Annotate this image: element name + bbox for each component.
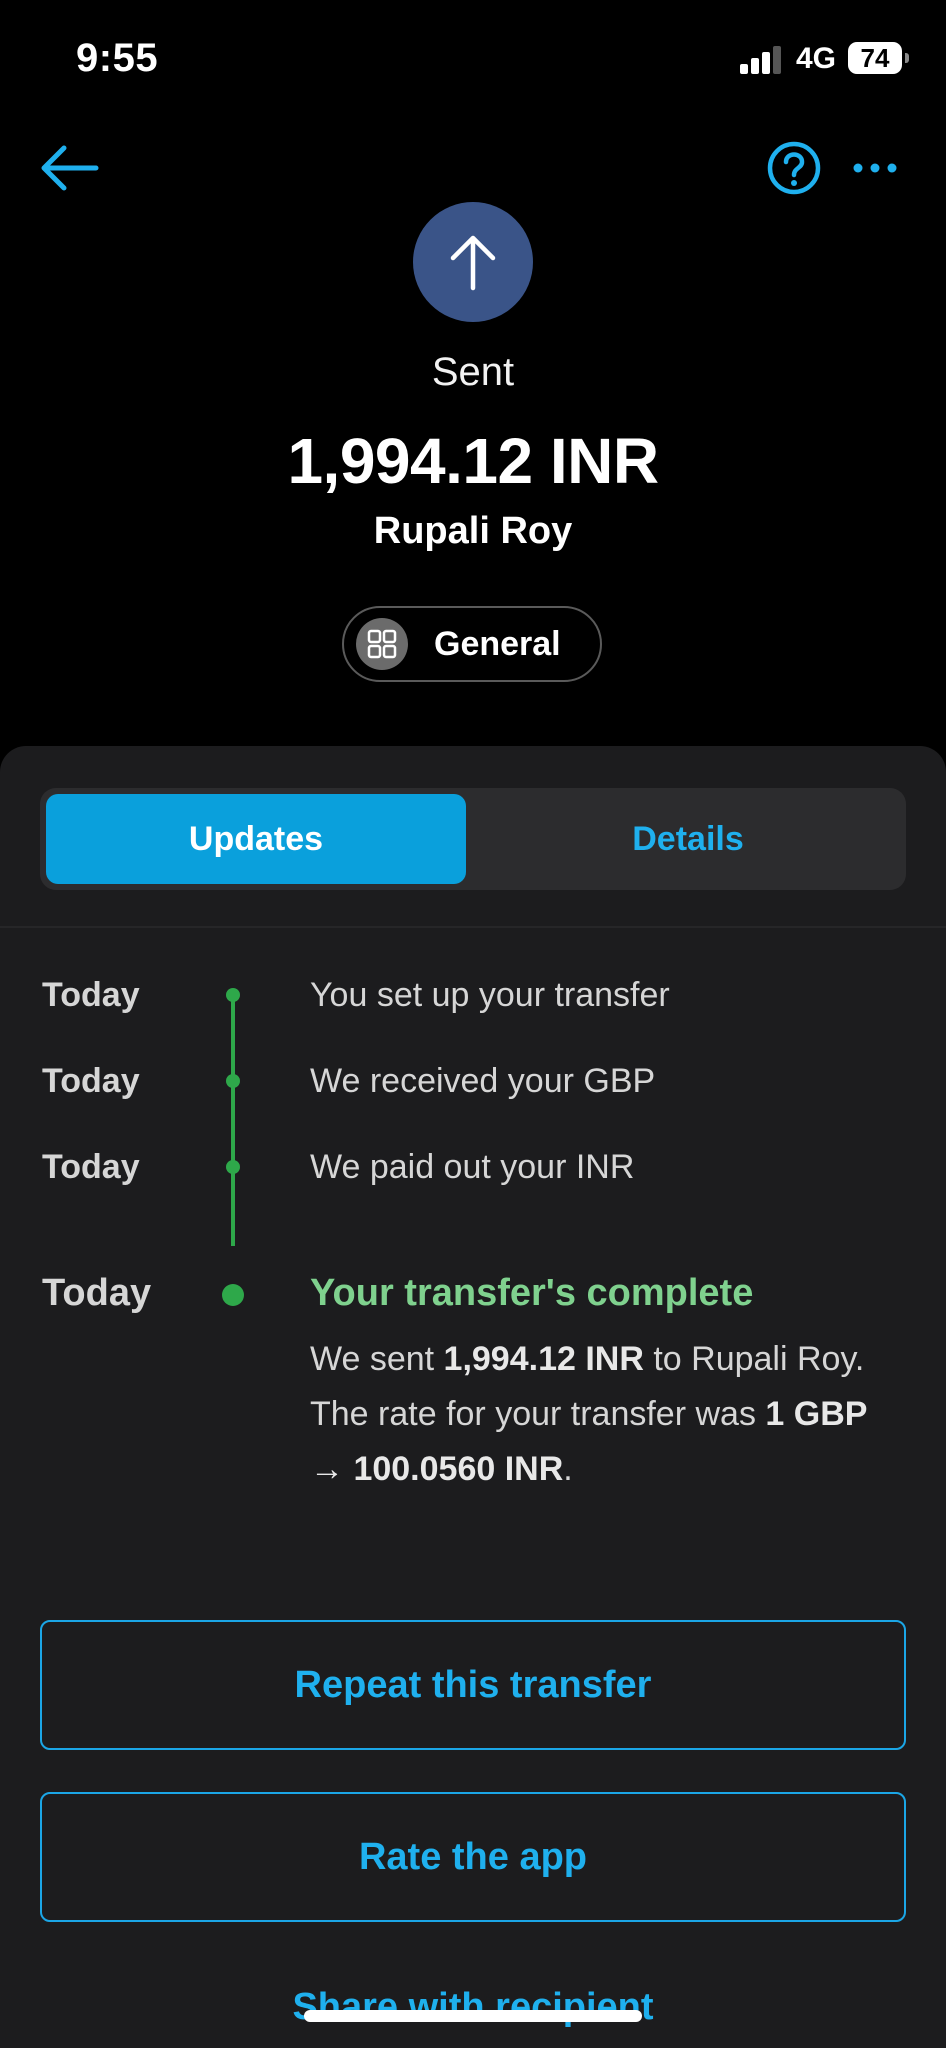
timeline-dot bbox=[226, 1074, 240, 1088]
category-button[interactable]: General bbox=[342, 606, 602, 682]
home-indicator bbox=[304, 2010, 642, 2022]
divider bbox=[0, 926, 946, 928]
timeline-date: Today bbox=[42, 976, 140, 1014]
timeline-dot bbox=[226, 1160, 240, 1174]
completion-text: We sent bbox=[310, 1340, 444, 1378]
back-button[interactable] bbox=[38, 140, 102, 196]
signal-icon bbox=[740, 44, 784, 74]
grid-icon bbox=[356, 618, 408, 670]
help-button[interactable] bbox=[766, 140, 822, 196]
sent-status-avatar bbox=[413, 202, 533, 322]
arrow-left-icon bbox=[41, 145, 99, 191]
transfer-amount: 1,994.12 INR bbox=[287, 425, 659, 497]
tab-updates[interactable]: Updates bbox=[46, 794, 466, 884]
transfer-sheet: Updates Details Today You set up your tr… bbox=[0, 746, 946, 2048]
battery-icon: 74 bbox=[848, 42, 909, 74]
transfer-status: Sent bbox=[431, 350, 515, 394]
completion-amount: 1,994.12 INR bbox=[443, 1340, 644, 1378]
timeline-line bbox=[231, 996, 235, 1246]
timeline-text: We received your GBP bbox=[310, 1062, 656, 1100]
category-label: General bbox=[434, 624, 561, 663]
timeline-text: We paid out your INR bbox=[310, 1148, 635, 1186]
rate-app-button[interactable]: Rate the app bbox=[40, 1792, 906, 1922]
status-bar: 9:55 4G 74 bbox=[0, 0, 946, 110]
repeat-transfer-button[interactable]: Repeat this transfer bbox=[40, 1620, 906, 1750]
tab-bar: Updates Details bbox=[40, 788, 906, 890]
timeline-date: Today bbox=[42, 1148, 140, 1186]
question-circle-icon bbox=[767, 141, 821, 195]
tab-details[interactable]: Details bbox=[476, 794, 900, 884]
completion-title: Your transfer's complete bbox=[310, 1272, 754, 1314]
more-button[interactable] bbox=[850, 150, 900, 186]
timeline-date: Today bbox=[42, 1272, 152, 1314]
timeline-text: You set up your transfer bbox=[310, 976, 670, 1014]
share-with-recipient-link[interactable]: Share with recipient bbox=[0, 1986, 946, 2029]
status-time: 9:55 bbox=[76, 36, 159, 80]
timeline-dot bbox=[226, 988, 240, 1002]
timeline-dot bbox=[222, 1284, 244, 1306]
arrow-up-icon bbox=[450, 235, 496, 291]
network-type: 4G bbox=[796, 42, 837, 75]
ellipsis-icon bbox=[853, 163, 897, 173]
timeline-date: Today bbox=[42, 1062, 140, 1100]
recipient-name: Rupali Roy bbox=[373, 510, 573, 552]
completion-text: . bbox=[563, 1450, 573, 1488]
completion-message: We sent 1,994.12 INR to Rupali Roy. The … bbox=[310, 1332, 910, 1497]
